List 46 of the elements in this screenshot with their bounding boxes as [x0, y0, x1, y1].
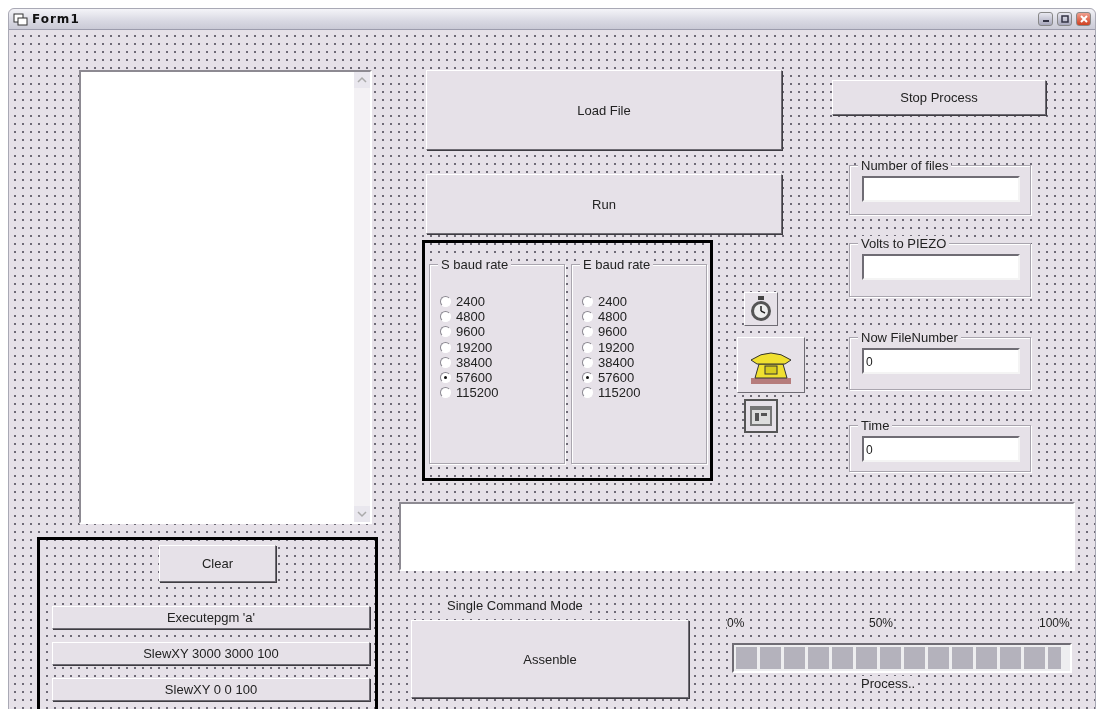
radio-button[interactable]: 9600	[582, 324, 627, 340]
text-field[interactable]: 0	[862, 436, 1020, 462]
radio-button[interactable]: 4800	[440, 309, 485, 325]
scrollbar[interactable]	[354, 72, 370, 522]
window-icon[interactable]	[749, 405, 773, 427]
radio-button[interactable]: 19200	[582, 339, 635, 355]
frame-label: S baud rate	[438, 257, 512, 272]
radio-button[interactable]: 4800	[582, 309, 627, 325]
radio-button[interactable]: 2400	[440, 294, 485, 309]
window-title: Form1	[32, 12, 80, 26]
minimize-button[interactable]	[1038, 12, 1053, 26]
form-icon	[13, 12, 28, 26]
section-label: Single Command Mode	[445, 598, 585, 613]
text-field[interactable]	[862, 254, 1020, 280]
percent-label: 100%	[1039, 616, 1070, 630]
maximize-button[interactable]	[1057, 12, 1072, 26]
frame-label: E baud rate	[580, 257, 654, 272]
field-label: Time	[858, 418, 893, 433]
radio-button[interactable]: 19200	[440, 339, 493, 355]
radio-button[interactable]: 38400	[440, 354, 493, 370]
radio-button[interactable]: 115200	[440, 385, 499, 401]
run-button[interactable]: Run	[426, 174, 782, 234]
command-button[interactable]: SlewXY 0 0 100	[52, 678, 370, 701]
load-file-button[interactable]: Load File	[426, 70, 782, 150]
close-icon	[1079, 15, 1088, 23]
command-button[interactable]: SlewXY 3000 3000 100	[52, 642, 370, 665]
field-label: Now FileNumber	[858, 330, 961, 345]
field-label: Volts to PIEZO	[858, 236, 950, 251]
stop-process-button[interactable]: Stop Process	[832, 80, 1046, 115]
command-button[interactable]: Executepgm 'a'	[52, 606, 370, 629]
close-button[interactable]	[1076, 12, 1091, 26]
percent-label: 0%	[727, 616, 745, 630]
maximize-icon	[1060, 15, 1069, 23]
radio-button[interactable]: 115200	[582, 385, 641, 401]
field-label: Number of files	[858, 158, 952, 173]
radio-button[interactable]: 2400	[582, 294, 627, 309]
clear-button[interactable]: Clear	[159, 545, 276, 582]
assemble-button[interactable]: Assenble	[411, 620, 689, 698]
text-field[interactable]	[862, 176, 1020, 202]
radio-button[interactable]: 57600	[440, 370, 493, 385]
radio-button[interactable]: 57600	[582, 370, 635, 385]
percent-label: 50%	[869, 616, 894, 630]
radio-button[interactable]: 38400	[582, 354, 635, 370]
text-box[interactable]	[399, 502, 1075, 571]
text-field[interactable]: 0	[862, 348, 1020, 374]
radio-button[interactable]: 9600	[440, 324, 485, 340]
